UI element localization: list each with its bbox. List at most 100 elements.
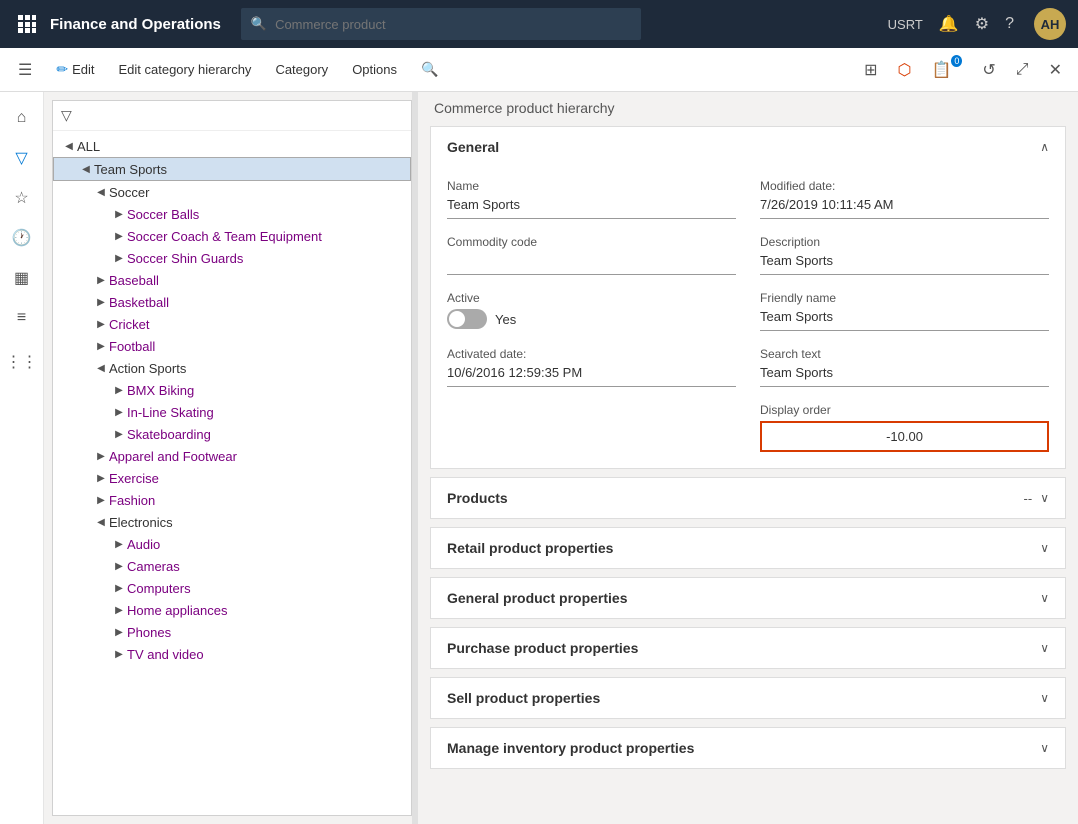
products-section-header[interactable]: Products -- ∨ [431,478,1065,518]
general-chevron-up: ∧ [1040,140,1049,154]
purchase-props-header[interactable]: Purchase product properties ∨ [431,628,1065,668]
expand-icon-exercise: ▶ [93,470,109,486]
filter-icon[interactable]: ▽ [4,140,40,176]
tree-item-football[interactable]: ▶ Football [53,335,411,357]
tree-item-phones[interactable]: ▶ Phones [53,621,411,643]
tree-item-cameras[interactable]: ▶ Cameras [53,555,411,577]
tree-item-soccer-shin[interactable]: ▶ Soccer Shin Guards [53,247,411,269]
expand-icon-fashion: ▶ [93,492,109,508]
active-toggle[interactable] [447,309,487,329]
tree-item-bmx[interactable]: ▶ BMX Biking [53,379,411,401]
edit-hierarchy-button[interactable]: Edit category hierarchy [108,52,261,88]
toolbar: ☰ ✏ Edit Edit category hierarchy Categor… [0,48,1078,92]
collapse-icon-soccer: ◀ [93,184,109,200]
tree-item-soccer-balls[interactable]: ▶ Soccer Balls [53,203,411,225]
star-icon[interactable]: ☆ [4,180,40,216]
hamburger-menu-button[interactable]: ☰ [8,52,42,88]
search-bar[interactable]: 🔍 [241,8,641,40]
list-icon[interactable]: ≡ [4,300,40,336]
tree-item-basketball[interactable]: ▶ Basketball [53,291,411,313]
category-button[interactable]: Category [265,52,338,88]
tree-item-audio[interactable]: ▶ Audio [53,533,411,555]
notification-count-icon[interactable]: 📋0 [923,56,970,84]
inventory-props-section: Manage inventory product properties ∨ [430,727,1066,769]
tree-item-computers[interactable]: ▶ Computers [53,577,411,599]
purchase-props-chevron: ∨ [1040,641,1049,655]
display-order-value[interactable]: -10.00 [760,421,1049,452]
toolbar-right: ⊞ ⬡ 📋0 ↺ ⤢ ✕ [856,56,1070,84]
top-nav: Finance and Operations 🔍 USRT 🔔 ⚙ ? AH [0,0,1078,48]
tree-item-inline-skating[interactable]: ▶ In-Line Skating [53,401,411,423]
retail-props-header[interactable]: Retail product properties ∨ [431,528,1065,568]
tree-item-tv-video[interactable]: ▶ TV and video [53,643,411,665]
sell-props-header[interactable]: Sell product properties ∨ [431,678,1065,718]
grid-icon[interactable]: ▦ [4,260,40,296]
user-avatar[interactable]: AH [1034,8,1066,40]
home-icon[interactable]: ⌂ [4,100,40,136]
active-label: Active [447,291,736,305]
bell-icon[interactable]: 🔔 [935,10,963,38]
tree-item-team-sports[interactable]: ◀ Team Sports [53,157,411,181]
expand-icon[interactable]: ⤢ [1008,57,1037,83]
tree-item-soccer[interactable]: ◀ Soccer [53,181,411,203]
drag-handle-icon[interactable]: ⋮⋮ [4,344,40,380]
activated-date-label: Activated date: [447,347,736,361]
sell-props-section: Sell product properties ∨ [430,677,1066,719]
display-order-field: Display order -10.00 [760,403,1049,452]
expand-icon-apparel: ▶ [93,448,109,464]
products-section: Products -- ∨ [430,477,1066,519]
inventory-props-header[interactable]: Manage inventory product properties ∨ [431,728,1065,768]
tree-item-all[interactable]: ◀ ALL [53,135,411,157]
tree-item-action-sports[interactable]: ◀ Action Sports [53,357,411,379]
tree-item-baseball[interactable]: ▶ Baseball [53,269,411,291]
tree-item-soccer-coach[interactable]: ▶ Soccer Coach & Team Equipment [53,225,411,247]
search-text-field: Search text Team Sports [760,347,1049,387]
expand-icon-football: ▶ [93,338,109,354]
nav-icons: USRT 🔔 ⚙ ? AH [884,8,1066,40]
expand-icon-soccer-coach: ▶ [111,228,127,244]
edit-icon: ✏ [56,61,68,78]
display-order-label: Display order [760,403,1049,417]
tree-item-cricket[interactable]: ▶ Cricket [53,313,411,335]
expand-icon-soccer-balls: ▶ [111,206,127,222]
options-button[interactable]: Options [342,52,407,88]
settings-icon[interactable]: ⚙ [971,10,993,38]
friendly-name-value[interactable]: Team Sports [760,309,1049,331]
tree-item-fashion[interactable]: ▶ Fashion [53,489,411,511]
search-input[interactable] [275,17,631,32]
search-text-value[interactable]: Team Sports [760,365,1049,387]
expand-icon-phones: ▶ [111,624,127,640]
close-icon[interactable]: ✕ [1041,56,1070,84]
grid-view-icon[interactable]: ⊞ [856,56,885,84]
activated-date-field: Activated date: 10/6/2016 12:59:35 PM [447,347,736,387]
tree-panel: ▽ ◀ ALL ◀ Team Sports ◀ Soccer ▶ Soccer … [52,100,412,816]
tree-item-electronics[interactable]: ◀ Electronics [53,511,411,533]
inventory-props-chevron: ∨ [1040,741,1049,755]
search-filter-button[interactable]: 🔍 [411,52,448,88]
help-icon[interactable]: ? [1001,11,1018,37]
office-icon[interactable]: ⬡ [889,56,919,84]
tree-item-home-appliances[interactable]: ▶ Home appliances [53,599,411,621]
collapse-icon-team-sports: ◀ [78,161,94,177]
tree-item-exercise[interactable]: ▶ Exercise [53,467,411,489]
hamburger-icon: ☰ [18,60,32,80]
tree-item-apparel[interactable]: ▶ Apparel and Footwear [53,445,411,467]
app-title: Finance and Operations [50,16,221,33]
name-value[interactable]: Team Sports [447,197,736,219]
refresh-icon[interactable]: ↺ [974,56,1003,84]
name-label: Name [447,179,736,193]
friendly-name-field: Friendly name Team Sports [760,291,1049,331]
edit-button[interactable]: ✏ Edit [46,52,104,88]
description-value[interactable]: Team Sports [760,253,1049,275]
general-props-title: General product properties [447,590,627,606]
inventory-props-title: Manage inventory product properties [447,740,694,756]
general-props-header[interactable]: General product properties ∨ [431,578,1065,618]
tree-filter-icon[interactable]: ▽ [61,107,72,124]
products-badge: -- [1024,491,1033,506]
tree-item-skateboarding[interactable]: ▶ Skateboarding [53,423,411,445]
app-grid-icon[interactable] [12,9,42,39]
expand-icon-baseball: ▶ [93,272,109,288]
general-section-header[interactable]: General ∧ [431,127,1065,167]
clock-icon[interactable]: 🕐 [4,220,40,256]
commodity-code-value[interactable] [447,253,736,275]
